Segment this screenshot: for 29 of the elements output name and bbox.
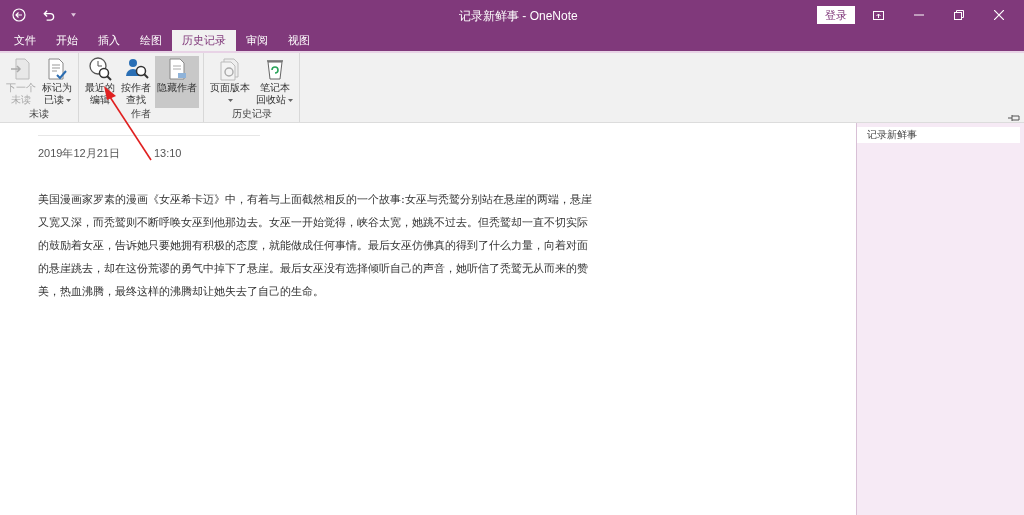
back-icon[interactable] [12, 8, 26, 22]
page-time: 13:10 [153, 146, 182, 161]
ribbon-button[interactable]: 按作者 查找 [119, 56, 153, 108]
group-label: 未读 [29, 108, 49, 120]
ribbon-tab[interactable]: 绘图 [130, 30, 172, 51]
ribbon-tab[interactable]: 审阅 [236, 30, 278, 51]
pin-icon[interactable] [1008, 114, 1020, 122]
page-date: 2019年12月21日 [38, 146, 120, 161]
page-body-paragraph: 美国漫画家罗素的漫画《女巫希卡迈》中，有着与上面截然相反的一个故事:女巫与秃鹫分别站在悬崖的两端，悬崖又宽又深，而秃鹫则不断呼唤女巫到他那边去。女巫一开始觉得，峡谷太宽，她跳不过去。但秃鹫却一直不切实际的鼓励着女巫，告诉她只要她拥有积极的态度，就能做成任何事情。最后女巫仿佛真的得到了什么力量，向着对面的悬崖跳去，却在这份荒谬的勇气中掉下了悬崖。最后女巫没有选择倾听自己的声音，她听信了秃鹫无从而来的赞美，热血沸腾，最终这样的沸腾却让她失去了自己的生命。 [38, 190, 593, 300]
ribbon-button[interactable]: 笔记本 回收站 [254, 56, 295, 108]
undo-icon[interactable] [42, 8, 55, 22]
page-list-item[interactable]: 记录新鲜事 [857, 127, 1020, 143]
restore-icon[interactable] [954, 10, 964, 20]
group-label: 作者 [131, 108, 151, 120]
ribbon-display-icon[interactable] [873, 10, 884, 20]
ribbon-tab[interactable]: 文件 [4, 30, 46, 51]
ribbon-tab[interactable]: 视图 [278, 30, 320, 51]
close-icon[interactable] [994, 10, 1004, 20]
sign-in-button[interactable]: 登录 [817, 6, 855, 24]
ribbon-button[interactable]: 页面版本 [208, 56, 252, 108]
ribbon-tab[interactable]: 开始 [46, 30, 88, 51]
button-icon [87, 56, 113, 82]
ribbon-button[interactable]: 隐藏作者 [155, 56, 199, 108]
ribbon-button[interactable]: 标记为 已读 [40, 56, 74, 108]
customize-caret-icon[interactable] [71, 13, 76, 17]
window-title: 记录新鲜事 - OneNote [459, 8, 578, 25]
ribbon-tab[interactable]: 历史记录 [172, 30, 236, 51]
group-label: 历史记录 [231, 108, 272, 120]
ribbon-tab[interactable]: 插入 [88, 30, 130, 51]
